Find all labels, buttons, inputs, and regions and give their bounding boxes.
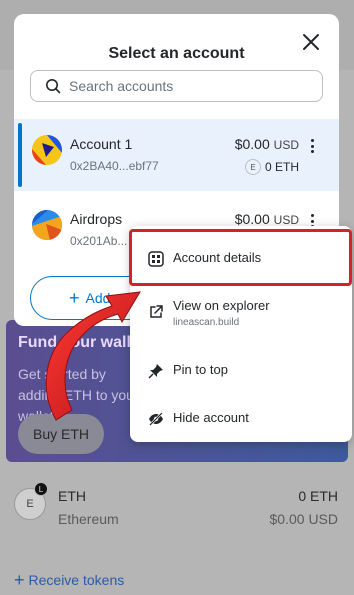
account-address: 0x2BA40...ebf77 [70,159,159,173]
account-avatar-icon [32,210,62,240]
receive-tokens-link[interactable]: + Receive tokens [14,570,125,590]
modal-title: Select an account [108,45,245,62]
more-options-icon[interactable] [307,137,317,155]
buy-eth-button[interactable]: Buy ETH [18,414,104,454]
menu-label: View on explorer [173,298,270,313]
account-balance: $0.00 USD [235,211,299,227]
account-eth-balance: E 0 ETH [244,159,299,175]
menu-item-hide-account[interactable]: Hide account [130,410,352,427]
highlight-box [129,229,352,286]
token-name: ETH [58,488,86,504]
receive-tokens-label: Receive tokens [28,572,125,588]
balance-value: $0.00 [234,211,270,227]
close-icon[interactable] [301,32,321,52]
menu-item-pin-to-top[interactable]: Pin to top [130,362,352,379]
account-balance: $0.00 USD [235,136,299,152]
menu-label: Pin to top [173,362,228,377]
menu-item-view-explorer[interactable]: View on explorer lineascan.build [130,298,352,328]
account-row-1[interactable]: Account 1 0x2BA40...ebf77 $0.00 USD E 0 … [14,119,339,191]
network-badge-icon: L [34,482,48,496]
account-name: Account 1 [70,136,133,152]
account-avatar-icon [32,135,62,165]
account-name: Airdrops [70,211,123,227]
eth-amount: 0 ETH [264,160,299,174]
token-row-eth[interactable]: E L ETH Ethereum 0 ETH $0.00 USD [0,480,354,540]
pin-icon [148,364,163,379]
eye-slash-icon [149,412,163,426]
search-input[interactable] [69,78,309,94]
plus-icon: + [69,287,80,308]
search-field[interactable] [30,70,323,102]
balance-currency: USD [273,138,299,152]
token-amount: 0 ETH [298,488,338,504]
selected-indicator [18,123,22,187]
token-network: Ethereum [58,511,119,527]
account-address: 0x201Ab... [70,234,128,248]
token-usd-value: $0.00 USD [269,511,338,527]
fund-title: Fund your wallet [18,334,146,351]
plus-icon: + [14,570,25,590]
search-icon [46,79,61,94]
explorer-domain: lineascan.build [173,317,240,328]
menu-label: Hide account [173,410,249,425]
balance-currency: USD [273,213,299,227]
eth-icon: E [244,159,261,175]
balance-value: $0.00 [234,136,270,152]
export-icon [150,305,163,318]
